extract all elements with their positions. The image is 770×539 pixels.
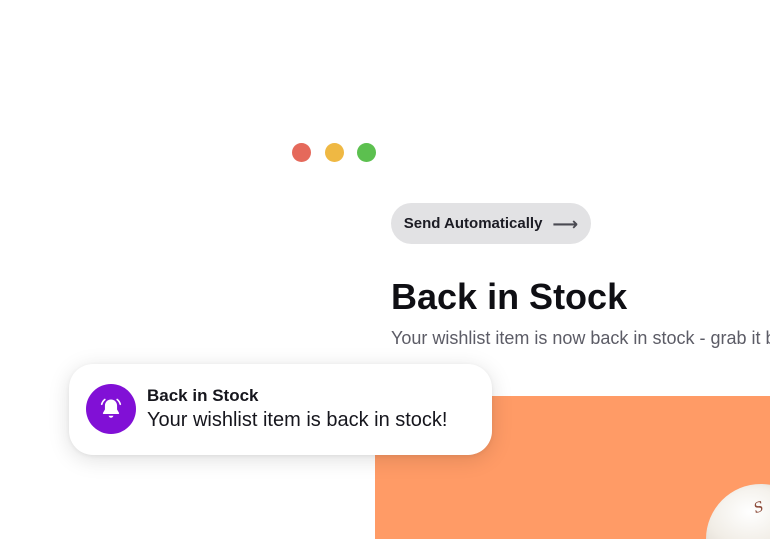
notification-toast[interactable]: Back in Stock Your wishlist item is back…: [69, 364, 492, 455]
product-image: S: [706, 484, 770, 539]
message-title: Back in Stock: [391, 276, 628, 317]
window-maximize-button[interactable]: [357, 143, 376, 162]
window-close-button[interactable]: [292, 143, 311, 162]
window-minimize-button[interactable]: [325, 143, 344, 162]
canvas: Send Automatically ⟶ Back in Stock Your …: [0, 0, 770, 539]
notification-body: Your wishlist item is back in stock!: [147, 409, 448, 431]
send-automatically-button[interactable]: Send Automatically ⟶: [391, 203, 591, 244]
bell-icon: [86, 384, 136, 434]
arrow-right-icon: ⟶: [552, 213, 579, 234]
notification-title: Back in Stock: [147, 386, 259, 405]
message-subtitle: Your wishlist item is now back in stock …: [391, 328, 770, 348]
send-automatically-label: Send Automatically: [403, 215, 543, 232]
